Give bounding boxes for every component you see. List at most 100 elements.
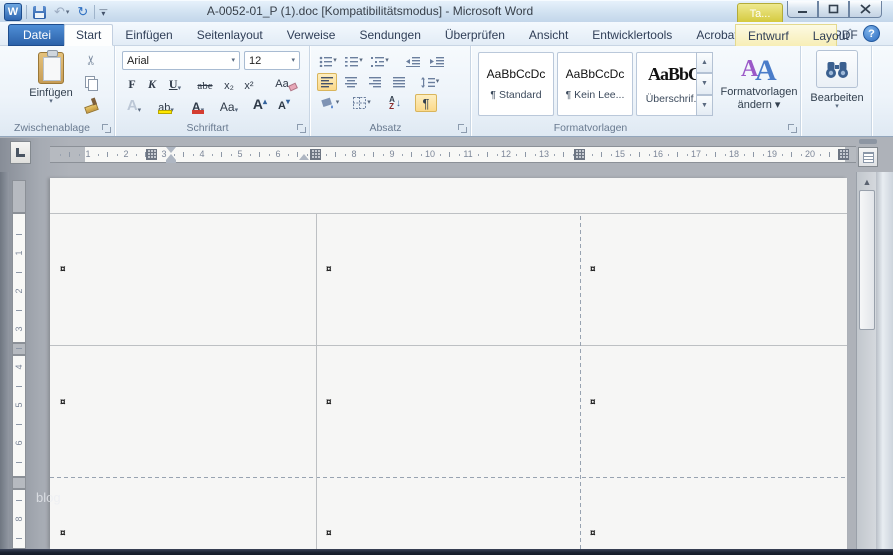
format-painter-icon[interactable] xyxy=(84,97,98,111)
tab-sendungen[interactable]: Sendungen xyxy=(347,24,432,46)
tab-verweise[interactable]: Verweise xyxy=(275,24,348,46)
chevron-down-icon: ▾ xyxy=(435,78,440,85)
scrollbar-thumb[interactable] xyxy=(859,190,875,330)
ruler-dot xyxy=(287,154,289,156)
copy-icon[interactable] xyxy=(85,76,98,91)
horizontal-ruler[interactable]: 1 2 3 4 5 6 8 9 10 11 12 13 15 16 17 18 19 20 xyxy=(0,146,893,163)
ruler-number: 17 xyxy=(690,149,701,159)
group-label: Zwischenablage xyxy=(14,122,90,134)
ruler-tick xyxy=(16,500,22,501)
table-column-marker-icon[interactable] xyxy=(574,149,585,160)
table-column-marker-icon[interactable] xyxy=(838,149,849,160)
tab-datei[interactable]: Datei xyxy=(8,24,67,46)
indent-marker-icon[interactable] xyxy=(166,147,176,153)
superscript-button[interactable]: x² xyxy=(240,74,258,92)
style-card-kein-lee[interactable]: AaBbCcDc ¶ Kein Lee... xyxy=(557,52,633,116)
line-spacing-button[interactable]: ▾ xyxy=(417,73,443,91)
editing-button[interactable]: Bearbeiten ▾ xyxy=(810,50,864,110)
paste-button[interactable]: Einfügen ▾ xyxy=(24,50,78,122)
scroll-up-icon[interactable]: ▲ xyxy=(860,176,874,188)
table-column-border-dashed xyxy=(580,213,581,549)
subscript-button[interactable]: x₂ xyxy=(220,74,238,92)
table-tools-header[interactable]: Ta... xyxy=(737,3,783,23)
tab-berpr-fen[interactable]: Überprüfen xyxy=(433,24,517,46)
ruler-number: 6 xyxy=(275,149,281,159)
ruler-number: 8 xyxy=(14,516,24,522)
table-column-border xyxy=(316,213,317,549)
tab-seitenlayout[interactable]: Seitenlayout xyxy=(185,24,275,46)
dialog-launcher-icon[interactable] xyxy=(102,124,111,133)
multilevel-list-button[interactable]: ▾ xyxy=(369,52,391,70)
dialog-launcher-icon[interactable] xyxy=(788,124,797,133)
show-paragraph-marks-button[interactable]: ¶ xyxy=(415,94,437,112)
underline-button[interactable]: U ▾ xyxy=(164,74,186,92)
tab-ansicht[interactable]: Ansicht xyxy=(517,24,580,46)
italic-button[interactable]: K xyxy=(144,74,160,92)
superscript-icon: x² xyxy=(244,80,254,92)
gallery-up-button[interactable]: ▲ xyxy=(696,52,713,74)
end-of-cell-marker: ¤ xyxy=(60,397,66,408)
split-handle[interactable] xyxy=(859,139,877,144)
ruler-dot xyxy=(743,154,745,156)
change-styles-button[interactable]: AA Formatvorlagen ändern ▾ xyxy=(718,50,800,130)
shrink-font-button[interactable]: A ▾ xyxy=(274,94,294,112)
table-column-marker-icon[interactable] xyxy=(310,149,321,160)
style-card-standard[interactable]: AaBbCcDc ¶ Standard xyxy=(478,52,554,116)
sort-button[interactable]: AZ ↓ xyxy=(383,94,407,112)
vertical-scrollbar[interactable]: ▲ xyxy=(856,172,876,549)
dialog-launcher-icon[interactable] xyxy=(297,124,306,133)
ruler-tick xyxy=(16,462,22,463)
borders-button[interactable]: ▾ xyxy=(349,94,375,112)
decrease-indent-button[interactable] xyxy=(403,52,423,70)
increase-indent-icon xyxy=(430,56,444,67)
highlight-button[interactable]: ab ▾ xyxy=(152,96,180,114)
cut-icon[interactable]: ✂ xyxy=(83,55,99,66)
numbering-button[interactable]: ▾ xyxy=(343,52,365,70)
tab-entwicklertools[interactable]: Entwicklertools xyxy=(580,24,684,46)
tab-entwurf[interactable]: Entwurf xyxy=(736,25,801,46)
tab-start[interactable]: Start xyxy=(64,24,114,46)
help-button[interactable]: ? xyxy=(863,25,880,42)
bold-button[interactable]: F xyxy=(124,74,140,92)
shading-button[interactable]: ▾ xyxy=(317,94,343,112)
table-column-marker-icon[interactable] xyxy=(146,149,157,160)
ribbon: Einfügen ▾ ✂ Zwischenablage Arial ▾ 12 ▾… xyxy=(0,46,893,137)
close-button[interactable] xyxy=(849,1,882,18)
ruler-number: 6 xyxy=(14,440,24,446)
ruler-tick xyxy=(16,538,22,539)
gallery-more-button[interactable]: ▼ xyxy=(696,94,713,116)
view-ruler-toggle[interactable] xyxy=(858,147,878,167)
minimize-button[interactable] xyxy=(787,1,818,18)
collapse-ribbon-icon[interactable]: ⌃ xyxy=(846,28,860,40)
align-right-button[interactable] xyxy=(365,73,385,91)
table-row-border xyxy=(50,345,847,346)
document-page[interactable]: ¤ ¤ ¤ ¤ ¤ ¤ ¤ ¤ ¤ xyxy=(50,178,847,549)
change-case-button[interactable]: Aa ▾ xyxy=(216,96,242,114)
increase-indent-button[interactable] xyxy=(427,52,447,70)
minimize-icon xyxy=(798,10,807,13)
ruler-number: 16 xyxy=(652,149,663,159)
dialog-launcher-icon[interactable] xyxy=(458,124,467,133)
vertical-ruler[interactable]: 1 2 3 4 5 6 8 xyxy=(12,180,26,549)
chevron-down-icon: ▾ xyxy=(385,57,389,64)
style-sample: AaBbC xyxy=(647,63,701,84)
font-size-select[interactable]: 12 ▾ xyxy=(244,51,300,70)
tab-einf-gen[interactable]: Einfügen xyxy=(113,24,184,46)
grow-font-button[interactable]: A ▴ xyxy=(250,94,270,112)
restore-button[interactable] xyxy=(818,1,849,18)
align-center-button[interactable] xyxy=(341,73,361,91)
strikethrough-button[interactable]: abe xyxy=(192,74,218,92)
text-effects-button[interactable]: A ▾ xyxy=(122,96,146,114)
window-title: A-0052-01_P (1).doc [Kompatibilitätsmodu… xyxy=(206,4,534,18)
font-color-button[interactable]: A ▾ xyxy=(186,96,210,114)
ruler-dot xyxy=(420,154,422,156)
align-left-button[interactable] xyxy=(317,73,337,91)
ruler-number: 3 xyxy=(14,326,24,332)
clear-formatting-button[interactable]: Aa xyxy=(274,72,298,92)
left-indent-marker-icon[interactable] xyxy=(166,160,176,163)
bullets-button[interactable]: ▾ xyxy=(317,52,339,70)
right-indent-marker-icon[interactable] xyxy=(299,154,309,160)
gallery-down-button[interactable]: ▼ xyxy=(696,73,713,95)
justify-button[interactable] xyxy=(389,73,409,91)
font-family-select[interactable]: Arial ▾ xyxy=(122,51,240,70)
